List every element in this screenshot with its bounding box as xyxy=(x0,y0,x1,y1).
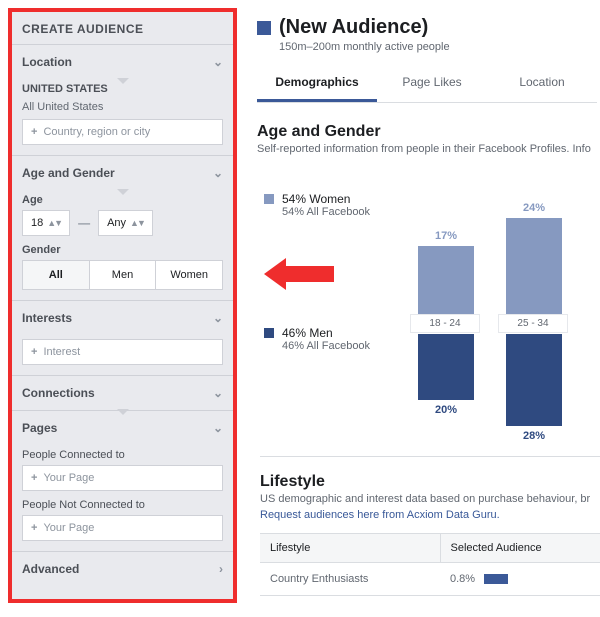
gender-men[interactable]: Men xyxy=(90,261,157,289)
section-advanced[interactable]: Advanced › xyxy=(12,552,233,586)
section-location-label: Location xyxy=(22,55,72,69)
location-region-sub: All United States xyxy=(22,101,223,113)
bar-value-men-25-34: 28% xyxy=(506,430,562,442)
lifestyle-row1-pct: 0.8% xyxy=(450,573,475,585)
section-location[interactable]: Location ⌄ xyxy=(12,45,233,79)
chevron-down-icon: ⌄ xyxy=(213,167,223,179)
tab-page-likes[interactable]: Page Likes xyxy=(377,65,487,102)
legend-women-pct: 54% Women xyxy=(282,192,370,206)
gender-segment: All Men Women xyxy=(22,260,223,290)
section-advanced-label: Advanced xyxy=(22,562,79,576)
annotation-arrow xyxy=(264,258,334,290)
xaxis-tick-25-34: 25 - 34 xyxy=(498,314,568,333)
page-subtitle: 150m–200m monthly active people xyxy=(279,41,600,53)
lifestyle-link[interactable]: Request audiences here from Acxiom Data … xyxy=(260,509,500,521)
bar-value-men-18-24: 20% xyxy=(418,404,474,416)
tab-location[interactable]: Location xyxy=(487,65,597,102)
people-connected-label: People Connected to xyxy=(22,449,223,461)
lifestyle-col-2[interactable]: Selected Audience xyxy=(440,534,600,563)
age-gender-desc: Self-reported information from people in… xyxy=(257,143,600,155)
bar-women-25-34 xyxy=(506,218,562,314)
lifestyle-col-1[interactable]: Lifestyle xyxy=(260,534,440,563)
people-connected-placeholder: Your Page xyxy=(43,472,94,484)
legend-men-sub: 46% All Facebook xyxy=(282,340,370,352)
section-age-gender[interactable]: Age and Gender ⌄ xyxy=(12,156,233,190)
lifestyle-row1-bar xyxy=(484,574,508,584)
lifestyle-section: Lifestyle US demographic and interest da… xyxy=(260,456,600,596)
section-connections-label: Connections xyxy=(22,386,95,400)
location-input[interactable]: + Country, region or city xyxy=(22,119,223,145)
create-audience-sidebar: CREATE AUDIENCE Location ⌄ UNITED STATES… xyxy=(8,8,237,603)
people-not-connected-placeholder: Your Page xyxy=(43,522,94,534)
gender-all[interactable]: All xyxy=(23,261,90,289)
dash-icon: — xyxy=(78,216,90,230)
plus-icon: + xyxy=(31,346,37,358)
chevron-down-icon: ⌄ xyxy=(213,312,223,324)
updown-icon: ▲▼ xyxy=(47,218,61,228)
people-not-connected-label: People Not Connected to xyxy=(22,499,223,511)
plus-icon: + xyxy=(31,126,37,138)
plus-icon: + xyxy=(31,472,37,484)
age-gender-chart: 17% 24% 18 - 24 25 - 34 20% 28% xyxy=(408,196,600,426)
interests-input[interactable]: + Interest xyxy=(22,339,223,365)
page-title: (New Audience) xyxy=(279,16,428,39)
xaxis-tick-18-24: 18 - 24 xyxy=(410,314,480,333)
lifestyle-desc: US demographic and interest data based o… xyxy=(260,493,600,505)
audience-icon xyxy=(257,21,271,35)
updown-icon: ▲▼ xyxy=(130,218,144,228)
legend-women: 54% Women 54% All Facebook xyxy=(264,192,370,220)
age-from-select[interactable]: 18 ▲▼ xyxy=(22,210,70,236)
section-interests[interactable]: Interests ⌄ xyxy=(12,301,233,335)
tab-demographics[interactable]: Demographics xyxy=(257,65,377,102)
chevron-down-icon: ⌄ xyxy=(213,387,223,399)
chevron-right-icon: › xyxy=(219,563,223,575)
legend-men: 46% Men 46% All Facebook xyxy=(264,326,370,354)
legend-women-swatch xyxy=(264,194,274,204)
chevron-down-icon: ⌄ xyxy=(213,56,223,68)
table-row: Country Enthusiasts 0.8% xyxy=(260,563,600,596)
chevron-down-icon: ⌄ xyxy=(213,422,223,434)
legend-men-swatch xyxy=(264,328,274,338)
location-placeholder: Country, region or city xyxy=(43,126,150,138)
people-not-connected-input[interactable]: + Your Page xyxy=(22,515,223,541)
lifestyle-row1-name: Country Enthusiasts xyxy=(260,563,440,596)
section-pages-label: Pages xyxy=(22,421,57,435)
gender-women[interactable]: Women xyxy=(156,261,222,289)
plus-icon: + xyxy=(31,522,37,534)
interests-placeholder: Interest xyxy=(43,346,80,358)
bar-women-18-24 xyxy=(418,246,474,314)
legend-women-sub: 54% All Facebook xyxy=(282,206,370,218)
section-interests-label: Interests xyxy=(22,311,72,325)
age-to-value: Any xyxy=(107,217,126,229)
sidebar-title: CREATE AUDIENCE xyxy=(12,12,233,44)
lifestyle-heading: Lifestyle xyxy=(260,473,600,491)
section-age-gender-label: Age and Gender xyxy=(22,166,115,180)
lifestyle-table: Lifestyle Selected Audience Country Enth… xyxy=(260,533,600,596)
gender-label: Gender xyxy=(22,244,223,256)
legend-men-pct: 46% Men xyxy=(282,326,370,340)
bar-men-25-34 xyxy=(506,334,562,426)
age-to-select[interactable]: Any ▲▼ xyxy=(98,210,153,236)
age-from-value: 18 xyxy=(31,217,43,229)
people-connected-input[interactable]: + Your Page xyxy=(22,465,223,491)
bar-men-18-24 xyxy=(418,334,474,400)
section-connections[interactable]: Connections ⌄ xyxy=(12,376,233,410)
age-gender-heading: Age and Gender xyxy=(257,123,600,141)
tabs: Demographics Page Likes Location xyxy=(257,65,597,103)
